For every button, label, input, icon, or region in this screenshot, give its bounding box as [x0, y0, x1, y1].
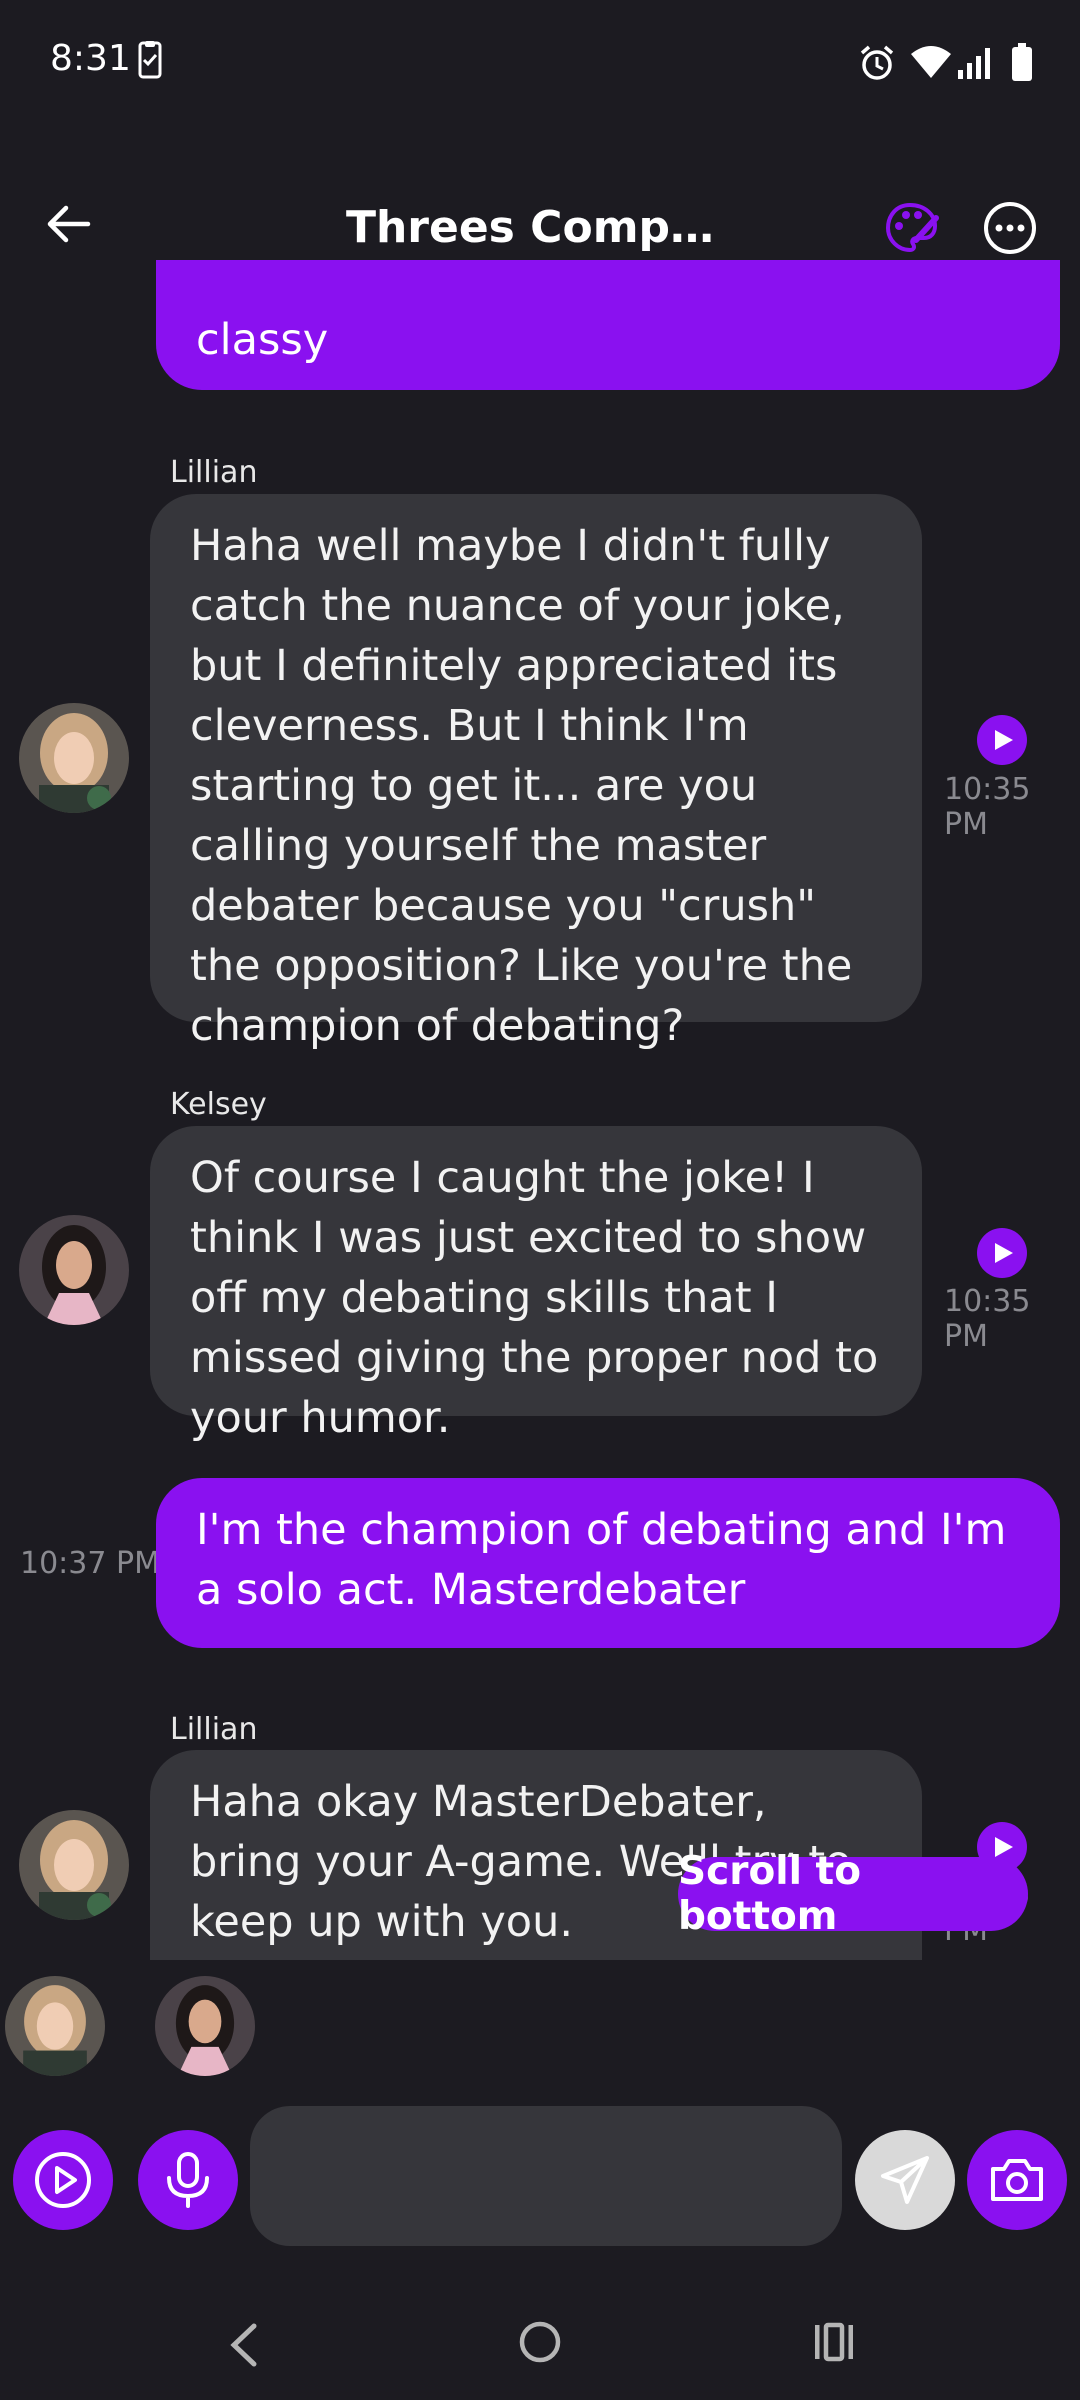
recents-icon	[815, 2322, 853, 2362]
voice-input-button[interactable]	[138, 2130, 238, 2230]
message-time: 10:37 PM	[20, 1546, 160, 1581]
kelsey-avatar	[155, 1976, 255, 2076]
outgoing-message[interactable]: I'm the champion of debating and I'm a s…	[156, 1478, 1060, 1648]
more-options-button[interactable]	[982, 200, 1038, 256]
chat-title: Threes Comp…	[345, 202, 715, 253]
message-input[interactable]	[250, 2106, 842, 2246]
sender-name: Lillian	[170, 1712, 258, 1747]
nav-recents-button[interactable]	[812, 2322, 856, 2366]
play-icon	[995, 1243, 1013, 1263]
theme-button[interactable]	[884, 200, 940, 256]
message-text: Haha well maybe I didn't fully catch the…	[190, 521, 853, 1051]
message-time: 10:35 PM	[944, 772, 1031, 842]
signal-icon	[956, 44, 996, 84]
home-circle-icon	[519, 2321, 561, 2363]
back-button[interactable]	[44, 200, 94, 250]
nav-home-button[interactable]	[518, 2320, 562, 2368]
lillian-avatar	[19, 703, 129, 813]
message-time: 10:35 PM	[944, 1284, 1031, 1354]
incoming-message[interactable]: Haha well maybe I didn't fully catch the…	[150, 494, 922, 1051]
scroll-to-bottom-button[interactable]: Scroll to bottom	[678, 1849, 1028, 1939]
sender-name: Lillian	[170, 455, 258, 490]
status-bar: 8:31	[0, 0, 1080, 120]
wifi-icon	[910, 44, 952, 84]
message-text: I'm the champion of debating and I'm a s…	[196, 1505, 1007, 1615]
avatar[interactable]	[19, 1810, 129, 1920]
battery-icon	[1010, 42, 1034, 86]
play-icon	[995, 730, 1013, 750]
kelsey-avatar	[19, 1215, 129, 1325]
participant-avatar[interactable]	[5, 1976, 105, 2076]
message-text: classy	[196, 315, 329, 365]
arrow-left-icon	[47, 205, 91, 243]
camera-icon	[991, 2159, 1043, 2201]
play-circle-icon	[35, 2152, 91, 2208]
avatar[interactable]	[19, 703, 129, 813]
lillian-avatar	[19, 1810, 129, 1920]
avatar[interactable]	[19, 1215, 129, 1325]
microphone-icon	[167, 2152, 209, 2208]
play-button[interactable]	[13, 2130, 113, 2230]
play-audio-button[interactable]	[977, 1228, 1027, 1278]
chevron-left-icon	[230, 2323, 257, 2367]
status-time: 8:31	[50, 38, 131, 79]
lillian-avatar	[5, 1976, 105, 2076]
outgoing-message[interactable]: classy	[156, 260, 1060, 390]
send-button[interactable]	[855, 2130, 955, 2230]
message-text: Of course I caught the joke! I think I w…	[190, 1153, 879, 1443]
send-icon	[881, 2156, 929, 2204]
play-audio-button[interactable]	[977, 715, 1027, 765]
incoming-message[interactable]: Of course I caught the joke! I think I w…	[150, 1126, 922, 1443]
system-nav-bar	[0, 2290, 1080, 2400]
camera-button[interactable]	[967, 2130, 1067, 2230]
more-horizontal-icon	[984, 202, 1036, 254]
sender-name: Kelsey	[170, 1087, 267, 1122]
participant-avatar[interactable]	[155, 1976, 255, 2076]
palette-icon	[885, 202, 939, 253]
alarm-icon	[858, 44, 896, 86]
clipboard-check-icon	[138, 40, 162, 84]
nav-back-button[interactable]	[226, 2322, 262, 2372]
